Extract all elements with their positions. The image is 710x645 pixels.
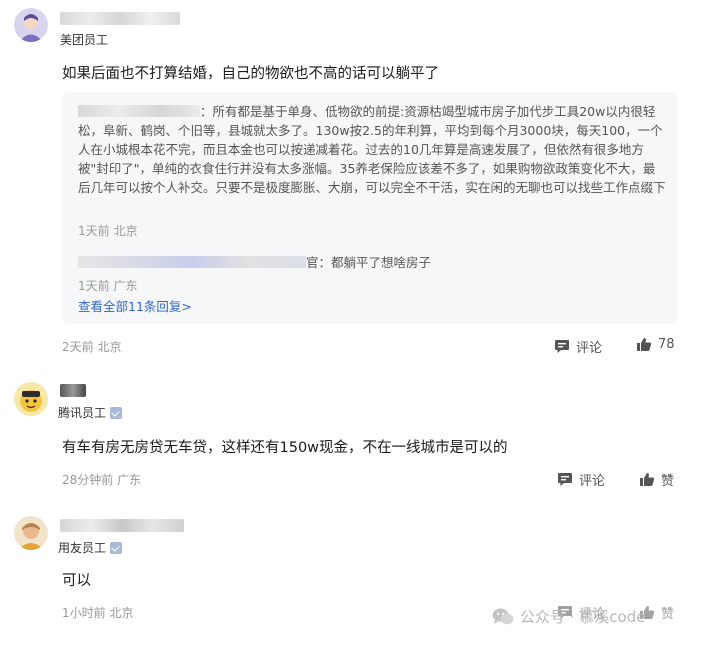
comment-icon (558, 473, 572, 486)
reply-author-redacted[interactable] (78, 105, 200, 117)
like-button-label: 赞 (661, 474, 675, 489)
comment-text: 有车有房无房贷无车贷，这样还有150w现金，不在一线城市是可以的 (62, 440, 508, 456)
comment-meta: 28分钟前 广东 (62, 473, 142, 487)
thumbs-up-icon (640, 473, 655, 486)
comment-text: 如果后面也不打算结婚，自己的物欲也不高的话可以躺平了 (62, 66, 439, 82)
comment-button-label: 评论 (579, 474, 606, 489)
reply-1: ：所有都是基于单身、低物欲的前提:资源枯竭型城市房子加代步工具20w以内很轻松，… (78, 102, 666, 197)
avatar[interactable] (14, 8, 48, 42)
comment-button-label: 评论 (576, 341, 603, 356)
verified-badge-icon (110, 407, 123, 419)
reply-1-meta: 1天前 北京 (78, 224, 138, 238)
thumbs-up-icon (637, 338, 652, 351)
watermark-text: 公众号 · 慕溪code (520, 608, 646, 626)
username-redacted[interactable] (60, 519, 184, 532)
like-count: 78 (658, 337, 675, 352)
employer-badge: 美团员工 (60, 33, 109, 47)
comment-meta: 1小时前 北京 (62, 606, 134, 620)
comment-1: 美团员工 如果后面也不打算结婚，自己的物欲也不高的话可以躺平了 ：所有都是基于单… (0, 0, 710, 360)
reply-2-author-suffix: 官： (306, 255, 332, 270)
like-button-label: 赞 (661, 607, 675, 622)
reply-1-text: ：所有都是基于单身、低物欲的前提:资源枯竭型城市房子加代步工具20w以内很轻松，… (78, 104, 666, 195)
verified-badge-icon (110, 542, 123, 554)
comment-text: 可以 (62, 573, 91, 589)
employer-badge: 用友员工 (58, 539, 123, 556)
comment-button[interactable]: 评论 (557, 470, 605, 489)
comment-meta: 2天前 北京 (62, 340, 122, 354)
reply-2-text: 都躺平了想啥房子 (331, 255, 432, 270)
reply-2: 官：都躺平了想啥房子 (78, 252, 431, 271)
wechat-icon (492, 608, 514, 625)
username-redacted[interactable] (60, 12, 180, 25)
comment-button[interactable]: 评论 (554, 337, 602, 356)
comment-2: 腾讯员工 有车有房无房贷无车贷，这样还有150w现金，不在一线城市是可以的 28… (0, 360, 710, 500)
watermark: 公众号 · 慕溪code (492, 606, 645, 627)
comment-icon (555, 340, 569, 353)
reply-2-meta: 1天前 广东 (78, 279, 138, 293)
like-button[interactable]: 赞 (639, 470, 674, 489)
reply-author-redacted[interactable] (78, 256, 306, 268)
avatar[interactable] (14, 516, 48, 550)
avatar[interactable] (14, 382, 48, 416)
like-button[interactable]: 78 (636, 337, 675, 352)
username-redacted[interactable] (60, 384, 86, 397)
view-all-replies-link[interactable]: 查看全部11条回复> (78, 296, 192, 315)
reply-thread: ：所有都是基于单身、低物欲的前提:资源枯竭型城市房子加代步工具20w以内很轻松，… (62, 92, 677, 324)
employer-badge: 腾讯员工 (58, 404, 123, 421)
